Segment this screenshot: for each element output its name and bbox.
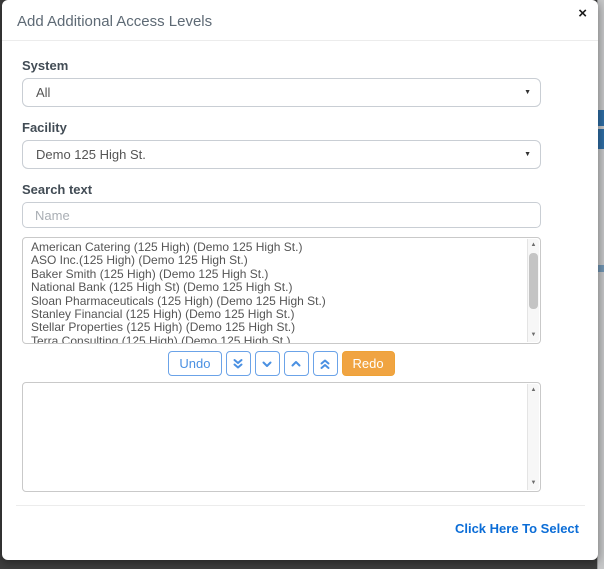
move-buttons-row: Undo Redo: [22, 351, 541, 376]
redo-button[interactable]: Redo: [341, 351, 395, 376]
page-behind-blue-block: [597, 129, 604, 149]
page-behind-blue-block: [597, 110, 604, 126]
list-item[interactable]: Stellar Properties (125 High) (Demo 125 …: [31, 321, 526, 335]
click-here-to-select-link[interactable]: Click Here To Select: [455, 521, 579, 536]
page-behind-blue-block: [597, 265, 604, 272]
scroll-up-icon[interactable]: ▲: [528, 240, 539, 251]
system-field-group: System All ▼: [22, 58, 541, 107]
undo-button[interactable]: Undo: [168, 351, 222, 376]
selected-access-levels-list[interactable]: ▲ ▼: [22, 382, 541, 492]
chevrons-double-down-icon: [233, 358, 243, 368]
list-scrollbar[interactable]: ▲ ▼: [527, 384, 539, 490]
close-icon[interactable]: ×: [578, 5, 587, 23]
list-item[interactable]: National Bank (125 High St) (Demo 125 Hi…: [31, 280, 526, 294]
system-select[interactable]: All ▼: [22, 78, 541, 107]
available-access-levels-list[interactable]: American Catering (125 High) (Demo 125 H…: [22, 237, 541, 344]
system-select-value: All: [36, 85, 51, 100]
list-item[interactable]: Stanley Financial (125 High) (Demo 125 H…: [31, 307, 526, 321]
list-item[interactable]: ASO Inc.(125 High) (Demo 125 High St.): [31, 253, 526, 267]
dialog-body: System All ▼ Facility Demo 125 High St. …: [2, 41, 598, 505]
move-down-button[interactable]: [254, 351, 280, 376]
chevron-down-icon: [262, 361, 272, 367]
available-list-items: American Catering (125 High) (Demo 125 H…: [31, 240, 526, 343]
system-label: System: [22, 58, 69, 73]
list-item[interactable]: Sloan Pharmaceuticals (125 High) (Demo 1…: [31, 294, 526, 308]
facility-label: Facility: [22, 120, 67, 135]
list-item[interactable]: Baker Smith (125 High) (Demo 125 High St…: [31, 267, 526, 281]
scroll-down-icon[interactable]: ▼: [528, 478, 539, 489]
scrollbar-thumb[interactable]: [529, 253, 538, 309]
chevron-down-icon: ▼: [524, 151, 531, 158]
list-item[interactable]: American Catering (125 High) (Demo 125 H…: [31, 240, 526, 254]
facility-select-value: Demo 125 High St.: [36, 147, 146, 162]
move-up-button[interactable]: [283, 351, 309, 376]
chevron-down-icon: ▼: [524, 89, 531, 96]
list-item[interactable]: Terra Consulting (125 High) (Demo 125 Hi…: [31, 334, 526, 343]
search-input[interactable]: [22, 202, 541, 228]
dialog-header: Add Additional Access Levels ×: [2, 0, 598, 41]
add-access-levels-dialog: Add Additional Access Levels × System Al…: [2, 0, 598, 560]
move-all-up-button[interactable]: [312, 351, 338, 376]
search-field-group: Search text: [22, 182, 541, 228]
chevrons-double-up-icon: [320, 359, 330, 369]
search-label: Search text: [22, 182, 93, 197]
list-scrollbar[interactable]: ▲ ▼: [527, 239, 539, 342]
chevron-up-icon: [291, 360, 301, 366]
scroll-down-icon[interactable]: ▼: [528, 330, 539, 341]
move-all-down-button[interactable]: [225, 351, 251, 376]
scroll-up-icon[interactable]: ▲: [528, 385, 539, 396]
dialog-title: Add Additional Access Levels: [17, 13, 213, 30]
facility-field-group: Facility Demo 125 High St. ▼: [22, 120, 541, 169]
page-behind-modal-strip: [597, 0, 604, 569]
dialog-footer: Click Here To Select: [16, 505, 585, 560]
facility-select[interactable]: Demo 125 High St. ▼: [22, 140, 541, 169]
